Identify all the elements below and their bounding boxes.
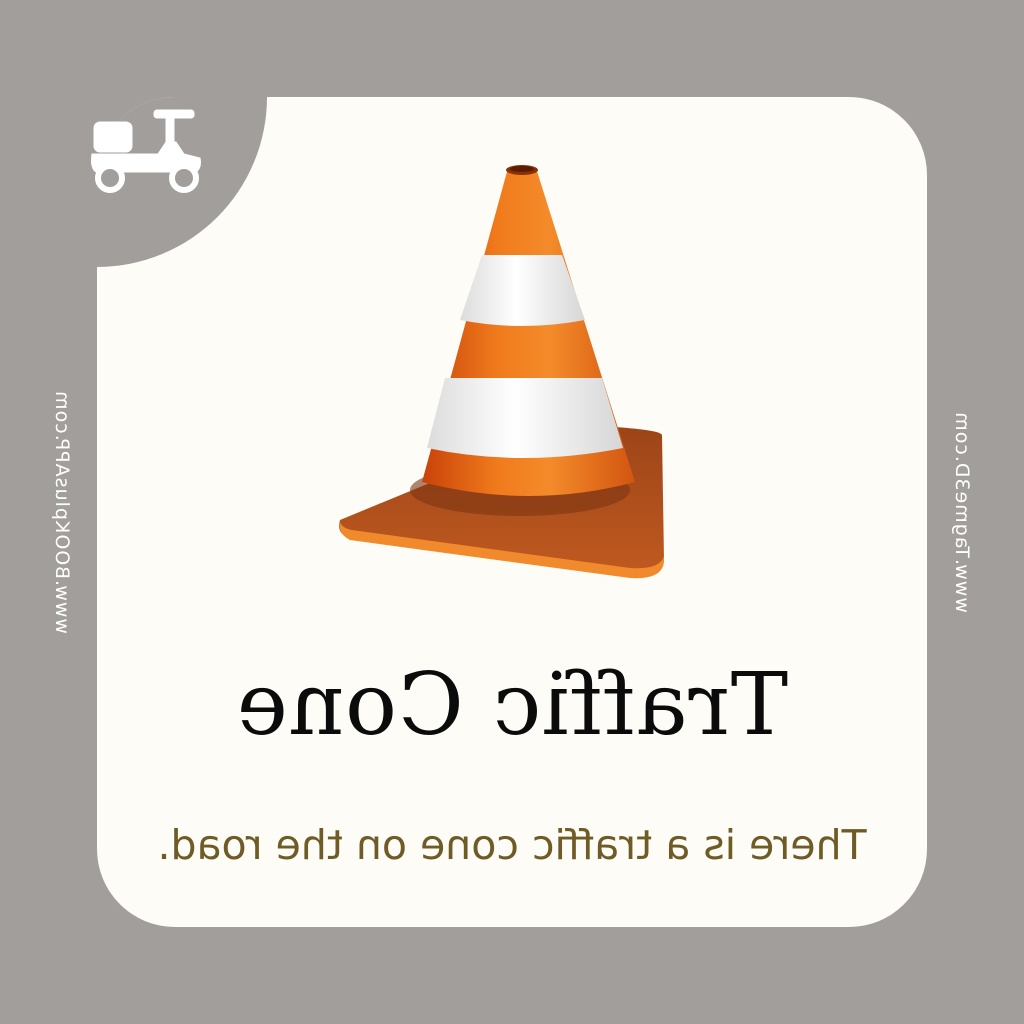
right-side-url: www.Tagme3D.com [951,411,973,613]
left-side-url: www.BOOKplusAPP.com [51,390,73,634]
scooter-icon [91,109,201,193]
title-container: Traffic Cone [150,650,874,760]
card-title: Traffic Cone [235,655,789,755]
caption-container: There is a traffic cone on the road. [130,815,894,875]
card-caption: There is a traffic cone on the road. [157,821,867,869]
traffic-cone-icon [339,165,664,579]
